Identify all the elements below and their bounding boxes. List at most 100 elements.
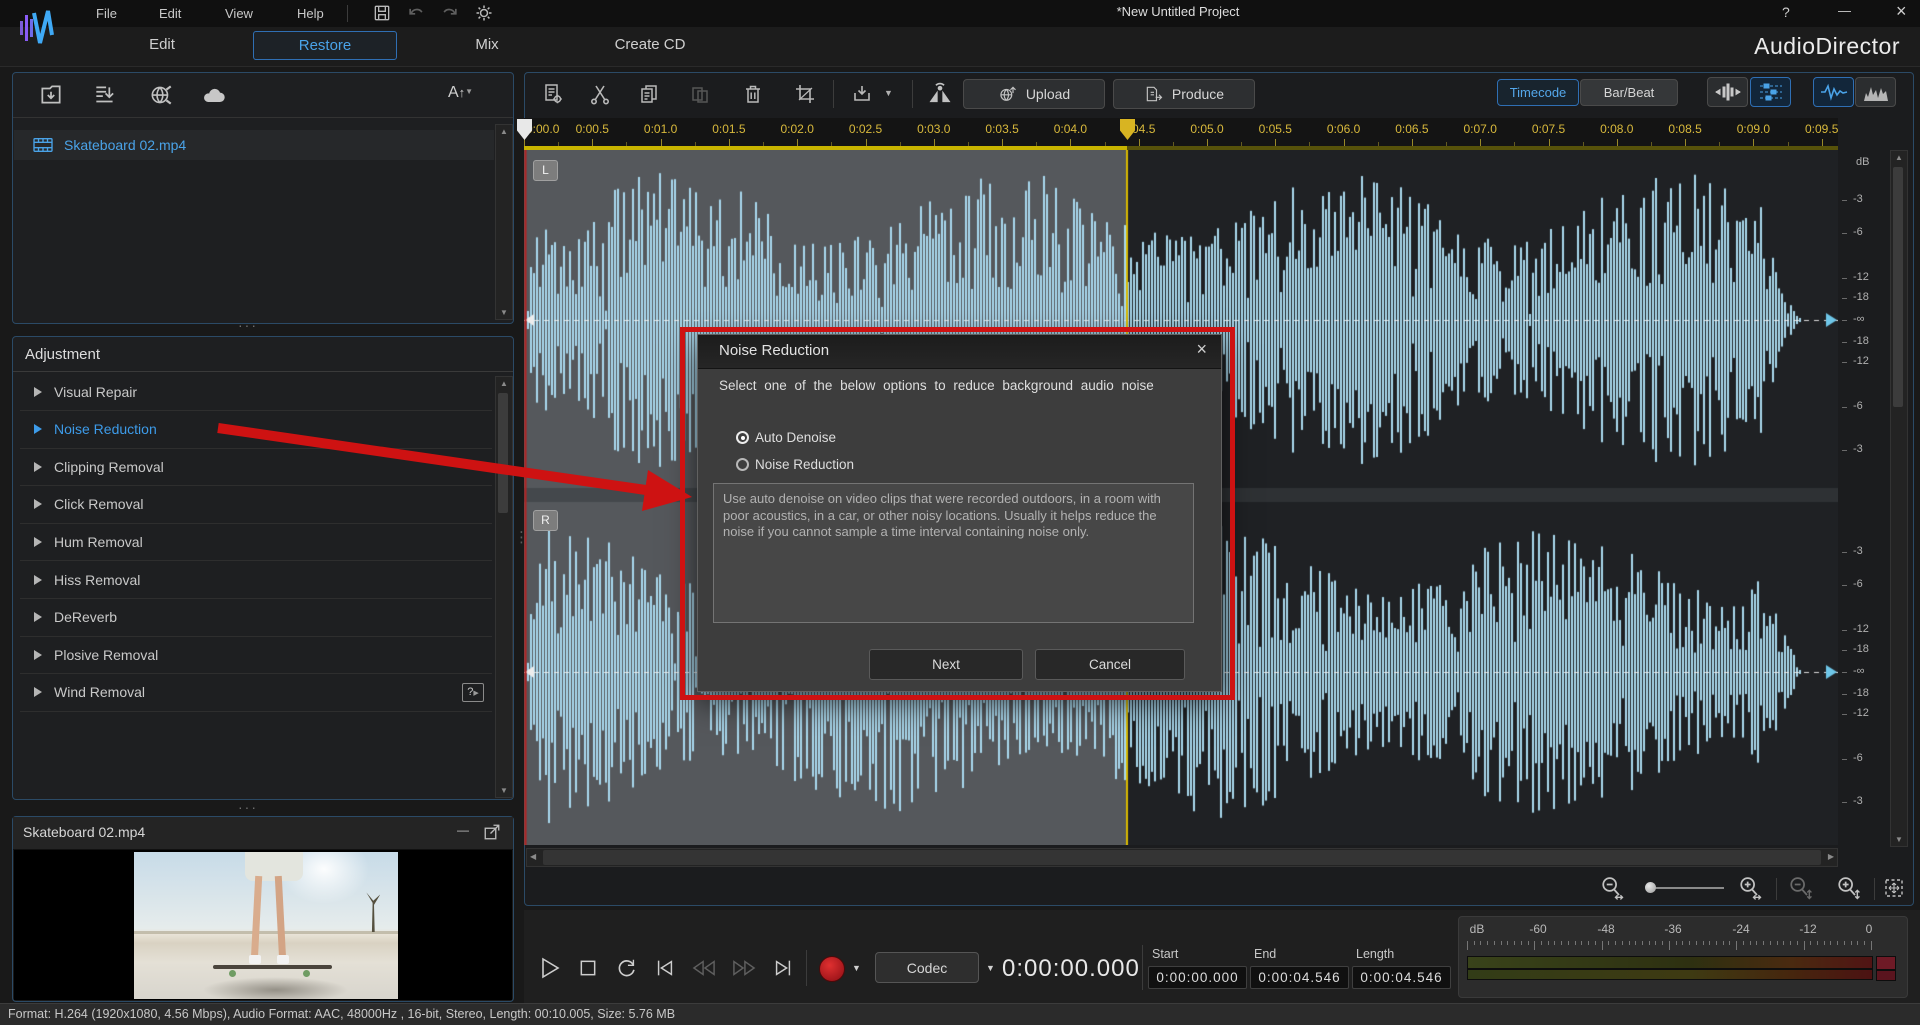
wind-removal-help-icon[interactable]: ?▶ xyxy=(462,683,484,702)
fit-view-icon[interactable] xyxy=(1882,876,1906,900)
expand-triangle-icon[interactable] xyxy=(34,574,42,585)
media-scrollbar[interactable]: ▲ ▼ xyxy=(495,124,513,320)
import-audio-icon[interactable] xyxy=(92,82,118,108)
copy-icon[interactable] xyxy=(638,82,662,106)
adjustment-item-dereverb[interactable]: DeReverb xyxy=(20,599,492,637)
clip-properties-icon[interactable] xyxy=(541,82,565,106)
paste-icon[interactable] xyxy=(688,82,712,106)
expand-triangle-icon[interactable] xyxy=(34,499,42,510)
adjustment-item-wind-removal[interactable]: Wind Removal xyxy=(20,674,492,712)
dialog-titlebar[interactable]: Noise Reduction × xyxy=(698,335,1221,369)
stop-button[interactable] xyxy=(578,958,598,978)
adjustment-item-clipping-removal[interactable]: Clipping Removal xyxy=(20,448,492,487)
download-sounds-globe-icon[interactable] xyxy=(148,82,174,108)
sort-button[interactable]: A↑▼ xyxy=(448,84,473,102)
close-button[interactable]: × xyxy=(1896,1,1907,22)
expand-triangle-icon[interactable] xyxy=(34,536,42,547)
marker-dropdown-caret-icon[interactable]: ▼ xyxy=(884,88,893,98)
adjustment-item-visual-repair[interactable]: Visual Repair xyxy=(20,373,492,411)
codec-dropdown-caret-icon[interactable]: ▼ xyxy=(986,963,995,973)
multitrack-view-button[interactable] xyxy=(1750,77,1791,107)
start-field[interactable]: 0:00:00.000 xyxy=(1148,966,1247,989)
timecode-toggle-button[interactable]: Timecode xyxy=(1497,79,1579,106)
loop-button[interactable] xyxy=(616,957,638,979)
waveform-vscrollbar[interactable]: ▲ ▼ xyxy=(1890,150,1908,847)
scroll-down-icon[interactable]: ▼ xyxy=(1891,835,1907,844)
adjustment-item-noise-reduction[interactable]: Noise Reduction xyxy=(20,411,492,449)
scroll-up-icon[interactable]: ▲ xyxy=(496,379,512,388)
scroll-down-icon[interactable]: ▼ xyxy=(496,308,512,317)
scroll-up-icon[interactable]: ▲ xyxy=(1891,153,1907,162)
expand-triangle-icon[interactable] xyxy=(34,687,42,698)
scroll-left-icon[interactable]: ◀ xyxy=(530,852,536,861)
auto-denoise-label[interactable]: Auto Denoise xyxy=(755,430,836,445)
adjustment-item-hum-removal[interactable]: Hum Removal xyxy=(20,523,492,562)
tab-restore[interactable]: Restore xyxy=(253,31,397,60)
expand-triangle-icon[interactable] xyxy=(34,461,42,472)
end-field[interactable]: 0:00:04.546 xyxy=(1250,966,1349,989)
auto-denoise-radio[interactable] xyxy=(736,431,749,444)
panel-drag-handle[interactable]: ··· xyxy=(238,317,258,333)
cancel-button[interactable]: Cancel xyxy=(1035,649,1185,680)
undo-icon[interactable] xyxy=(406,3,426,23)
length-field[interactable]: 0:00:04.546 xyxy=(1352,966,1451,989)
zoom-out-vertical-icon[interactable] xyxy=(1786,874,1814,902)
zoom-slider-track[interactable] xyxy=(1652,887,1724,889)
menu-edit[interactable]: Edit xyxy=(151,2,189,25)
next-button[interactable] xyxy=(772,957,794,979)
adjustment-item-hiss-removal[interactable]: Hiss Removal xyxy=(20,561,492,599)
tab-mix[interactable]: Mix xyxy=(437,31,537,58)
menu-file[interactable]: File xyxy=(88,2,125,25)
barbeat-toggle-button[interactable]: Bar/Beat xyxy=(1580,79,1678,106)
fast-forward-button[interactable] xyxy=(732,957,756,979)
dialog-close-icon[interactable]: × xyxy=(1196,339,1207,360)
scroll-down-icon[interactable]: ▼ xyxy=(496,786,512,795)
vscroll-thumb[interactable] xyxy=(1893,167,1903,407)
preview-popout-icon[interactable] xyxy=(483,823,501,841)
cut-scissors-icon[interactable] xyxy=(588,82,612,106)
record-button[interactable] xyxy=(819,956,845,982)
timeline-ruler[interactable]: 0:00.0 0:00.5 0:01.0 0:01.5 0:02.0 0:02.5 0:03… xyxy=(524,118,1838,146)
delete-trash-icon[interactable] xyxy=(741,82,765,106)
redo-icon[interactable] xyxy=(440,3,460,23)
zoom-in-vertical-icon[interactable] xyxy=(1834,874,1862,902)
tab-create-cd[interactable]: Create CD xyxy=(590,31,710,58)
trim-icon[interactable] xyxy=(793,82,817,106)
zoom-slider-knob[interactable] xyxy=(1645,882,1656,893)
produce-button[interactable]: Produce xyxy=(1113,79,1255,109)
noise-reduction-label[interactable]: Noise Reduction xyxy=(755,457,854,472)
scrollbar-thumb[interactable] xyxy=(498,393,508,513)
waveform-hscrollbar[interactable]: ◀ ▶ xyxy=(526,848,1838,867)
hscroll-thumb[interactable] xyxy=(543,850,1821,865)
expand-triangle-icon[interactable] xyxy=(34,386,42,397)
spectrum-view-button[interactable] xyxy=(1855,77,1896,107)
save-icon[interactable] xyxy=(372,3,392,23)
adjustment-item-click-removal[interactable]: Click Removal xyxy=(20,486,492,524)
ambient-noise-icon[interactable] xyxy=(926,80,954,108)
waveform-view-button[interactable] xyxy=(1813,77,1854,107)
zoom-out-horizontal-icon[interactable] xyxy=(1598,874,1626,902)
noise-reduction-radio[interactable] xyxy=(736,458,749,471)
rewind-button[interactable] xyxy=(692,957,716,979)
settings-gear-icon[interactable] xyxy=(474,3,494,23)
menu-help[interactable]: Help xyxy=(289,2,332,25)
adjustment-item-plosive-removal[interactable]: Plosive Removal xyxy=(20,636,492,675)
help-button[interactable]: ? xyxy=(1782,4,1790,20)
play-button[interactable] xyxy=(538,956,562,980)
expand-triangle-icon[interactable] xyxy=(34,649,42,660)
expand-triangle-icon[interactable] xyxy=(34,612,42,623)
tab-edit[interactable]: Edit xyxy=(112,31,212,58)
codec-button[interactable]: Codec xyxy=(875,952,979,983)
panel-drag-handle[interactable]: ··· xyxy=(238,799,258,815)
scroll-right-icon[interactable]: ▶ xyxy=(1828,852,1834,861)
preview-minimize-icon[interactable]: — xyxy=(457,823,469,837)
previous-button[interactable] xyxy=(654,957,676,979)
insert-marker-icon[interactable] xyxy=(850,82,874,106)
record-dropdown-caret-icon[interactable]: ▼ xyxy=(852,963,861,973)
upload-button[interactable]: Upload xyxy=(963,79,1105,109)
stretch-tool-button[interactable] xyxy=(1707,77,1748,107)
media-list-row[interactable]: Skateboard 02.mp4 xyxy=(14,130,494,160)
next-button[interactable]: Next xyxy=(869,649,1023,680)
minimize-button[interactable]: — xyxy=(1838,3,1851,18)
menu-view[interactable]: View xyxy=(217,2,261,25)
